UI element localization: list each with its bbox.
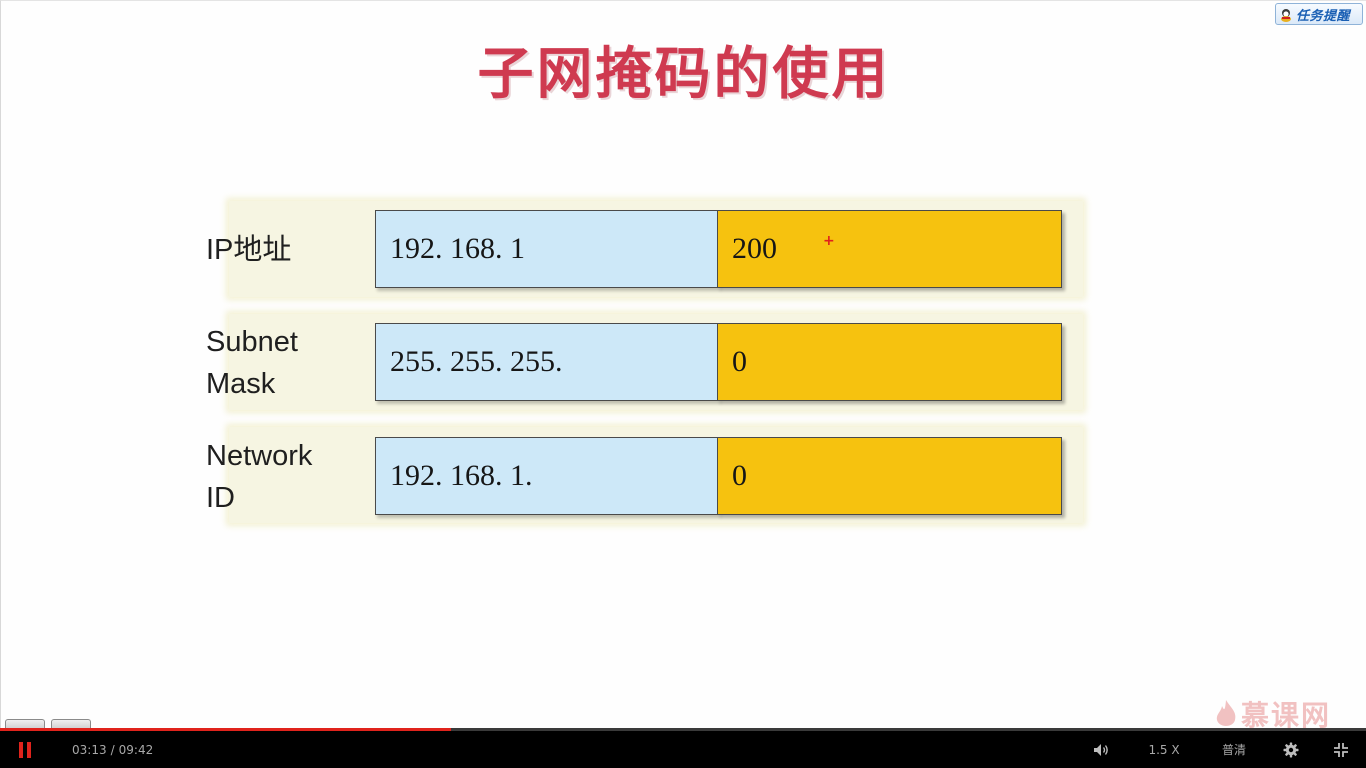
player-control-bar: 03:13 / 09:42 1.5 X 普清: [0, 731, 1366, 768]
total-time: 09:42: [118, 742, 154, 757]
watermark-text: 慕课网: [1241, 699, 1332, 728]
mascot-icon: [1279, 7, 1293, 22]
pointer-cursor-mark: +: [823, 233, 835, 249]
network-part-cell: 255. 255. 255.: [375, 323, 719, 401]
time-separator: /: [110, 742, 115, 757]
host-part-cell: 0: [717, 323, 1062, 401]
volume-icon: [1094, 743, 1108, 756]
network-part-cell: 192. 168. 1.: [375, 437, 719, 515]
row-label-subnet-mask: Subnet Mask: [206, 326, 298, 400]
host-part-cell: 0: [717, 437, 1062, 515]
playback-speed-button[interactable]: 1.5 X: [1140, 731, 1188, 768]
row-label-ip-address: IP地址: [206, 234, 292, 266]
network-part-cell: 192. 168. 1: [375, 210, 719, 288]
exit-fullscreen-icon: [1334, 742, 1348, 757]
host-part-cell: 200: [717, 210, 1062, 288]
slide-title: 子网掩码的使用: [477, 42, 891, 107]
video-frame[interactable]: 任务提醒 子网掩码的使用 IP地址 192. 168. 1 200 Subnet…: [0, 0, 1366, 728]
time-display: 03:13 / 09:42: [72, 731, 153, 768]
watermark-logo: 慕课网: [1213, 697, 1359, 728]
task-reminder-button[interactable]: 任务提醒: [1275, 3, 1363, 25]
pause-button[interactable]: [10, 731, 40, 768]
current-time: 03:13: [72, 742, 107, 757]
pause-icon: [17, 741, 33, 758]
row-label-network-id: Network ID: [206, 440, 313, 514]
flame-icon: [1216, 700, 1236, 726]
thumbnail-tab[interactable]: [5, 719, 45, 728]
thumbnail-tab[interactable]: [51, 719, 91, 728]
task-reminder-label: 任务提醒: [1296, 8, 1351, 24]
quality-button[interactable]: 普清: [1212, 731, 1256, 768]
gear-icon: [1283, 742, 1299, 757]
fullscreen-button[interactable]: [1328, 731, 1354, 768]
settings-button[interactable]: [1278, 731, 1304, 768]
slide-thumbnails: [5, 719, 91, 728]
volume-button[interactable]: [1088, 731, 1114, 768]
